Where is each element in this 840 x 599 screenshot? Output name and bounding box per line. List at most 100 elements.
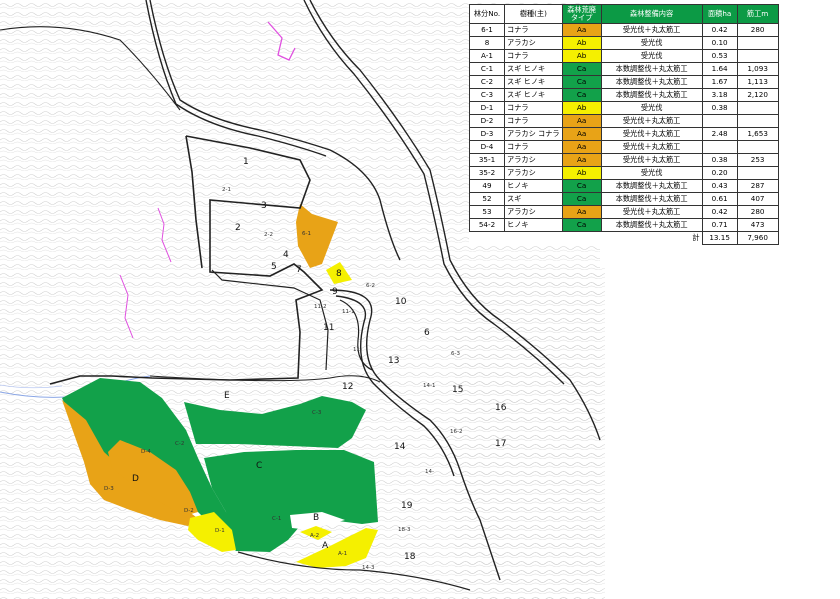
cell-length (736, 36, 779, 50)
header-work-content: 森林整備内容 (600, 4, 703, 24)
table-row: D-2 コナラ Aa 受光伐＋丸太筋工 (469, 114, 779, 128)
stand-label-18: 18 (404, 552, 416, 562)
cell-area: 0.38 (701, 101, 738, 115)
table-row: 8 アラカシ Ab 受光伐 0.10 (469, 36, 779, 50)
cell-species: アラカシ コナラ (504, 127, 563, 141)
table-row: 35-2 アラカシ Ab 受光伐 0.20 (469, 166, 779, 180)
cell-stand-no: 52 (469, 192, 505, 206)
table-row: A-1 コナラ Ab 受光伐 0.53 (469, 49, 779, 63)
stand-label-12: 12 (342, 382, 353, 392)
cell-length (736, 140, 779, 154)
table-row: 6-1 コナラ Aa 受光伐＋丸太筋工 0.42 280 (469, 23, 779, 37)
cell-type: Ca (561, 218, 602, 232)
sub-label-c-3: C-3 (312, 410, 322, 416)
stand-label-9: 9 (332, 287, 338, 297)
cell-type: Aa (561, 23, 602, 37)
cell-species: アラカシ (504, 205, 563, 219)
table-row: 54-2 ヒノキ Ca 本数調整伐＋丸太筋工 0.71 473 (469, 218, 779, 232)
table-row: 49 ヒノキ Ca 本数調整伐＋丸太筋工 0.43 287 (469, 179, 779, 193)
cell-type: Aa (561, 114, 602, 128)
cell-species: ヒノキ (504, 179, 563, 193)
cell-area: 0.42 (701, 23, 738, 37)
cell-work: 本数調整伐＋丸太筋工 (600, 62, 703, 76)
cell-stand-no: 53 (469, 205, 505, 219)
cell-area: 0.38 (701, 153, 738, 167)
cell-length: 407 (736, 192, 779, 206)
stand-label-5: 5 (271, 262, 277, 272)
stand-label-2: 2 (235, 223, 241, 233)
sub-label-c-1: C-1 (272, 516, 281, 522)
header-degradation-type: 森林荒廃タイプ (561, 4, 602, 24)
cell-stand-no: 6-1 (469, 23, 505, 37)
cell-type: Aa (561, 127, 602, 141)
stand-label-14: 14 (394, 442, 406, 452)
cell-work: 受光伐＋丸太筋工 (600, 205, 703, 219)
header-area: 面積ha (701, 4, 738, 24)
cell-species: コナラ (504, 23, 563, 37)
cell-stand-no: 35-2 (469, 166, 505, 180)
cell-type: Ca (561, 192, 602, 206)
stand-label-e: E (224, 391, 230, 401)
cell-stand-no: D-1 (469, 101, 505, 115)
cell-work: 受光伐＋丸太筋工 (600, 153, 703, 167)
cell-type: Ab (561, 101, 602, 115)
stand-label-a: A (322, 541, 329, 551)
cell-work: 受光伐 (600, 101, 703, 115)
cell-length: 473 (736, 218, 779, 232)
cell-stand-no: 49 (469, 179, 505, 193)
table-total-row: 計 13.15 7,960 (470, 231, 779, 245)
sub-label-d-4: D-4 (141, 449, 151, 455)
sub-label-11-1: 11-1 (342, 309, 354, 315)
sub-label-a-1: A-1 (338, 551, 347, 557)
cell-type: Aa (561, 205, 602, 219)
sub-label-a-2: A-2 (310, 533, 319, 539)
table-row: C-2 スギ ヒノキ Ca 本数調整伐＋丸太筋工 1.67 1,113 (469, 75, 779, 89)
cell-stand-no: C-2 (469, 75, 505, 89)
cell-species: コナラ (504, 140, 563, 154)
cell-species: アラカシ (504, 166, 563, 180)
stand-label-15: 15 (452, 385, 463, 395)
cell-work: 受光伐＋丸太筋工 (600, 127, 703, 141)
stand-label-c: C (256, 461, 262, 471)
header-length: 筋工m (736, 4, 779, 24)
cell-stand-no: 8 (469, 36, 505, 50)
cell-length: 280 (736, 205, 779, 219)
cell-species: アラカシ (504, 153, 563, 167)
contour-background-right (455, 268, 605, 599)
cell-work: 本数調整伐＋丸太筋工 (600, 88, 703, 102)
cell-area: 0.43 (701, 179, 738, 193)
cell-length (736, 114, 779, 128)
total-area: 13.15 (701, 231, 738, 245)
table-row: D-1 コナラ Ab 受光伐 0.38 (469, 101, 779, 115)
table-row: C-3 スギ ヒノキ Ca 本数調整伐＋丸太筋工 3.18 2,120 (469, 88, 779, 102)
cell-stand-no: D-3 (469, 127, 505, 141)
cell-stand-no: D-4 (469, 140, 505, 154)
forest-plan-table: 林分No. 樹種(主) 森林荒廃タイプ 森林整備内容 面積ha 筋工m 6-1 コ… (469, 4, 779, 245)
stand-label-3: 3 (261, 201, 267, 211)
cell-type: Ab (561, 36, 602, 50)
cell-type: Ca (561, 179, 602, 193)
cell-work: 受光伐 (600, 166, 703, 180)
stand-label-10: 10 (395, 297, 407, 307)
cell-area: 0.61 (701, 192, 738, 206)
stand-label-13: 13 (388, 356, 399, 366)
cell-species: コナラ (504, 101, 563, 115)
cell-length (736, 101, 779, 115)
cell-work: 受光伐＋丸太筋工 (600, 23, 703, 37)
header-stand-no: 林分No. (469, 4, 505, 24)
cell-length: 1,113 (736, 75, 779, 89)
sub-label-6-1: 6-1 (302, 231, 311, 237)
cell-work: 受光伐＋丸太筋工 (600, 140, 703, 154)
cell-length: 2,120 (736, 88, 779, 102)
sub-label-18-3: 18-3 (398, 527, 411, 533)
cell-species: スギ ヒノキ (504, 75, 563, 89)
stand-label-b: B (313, 513, 319, 523)
cell-length: 280 (736, 23, 779, 37)
cell-stand-no: D-2 (469, 114, 505, 128)
cell-stand-no: 54-2 (469, 218, 505, 232)
sub-label-11-2: 11-2 (314, 304, 326, 310)
cell-type: Aa (561, 140, 602, 154)
cell-type: Aa (561, 153, 602, 167)
cell-work: 本数調整伐＋丸太筋工 (600, 192, 703, 206)
cell-species: ヒノキ (504, 218, 563, 232)
